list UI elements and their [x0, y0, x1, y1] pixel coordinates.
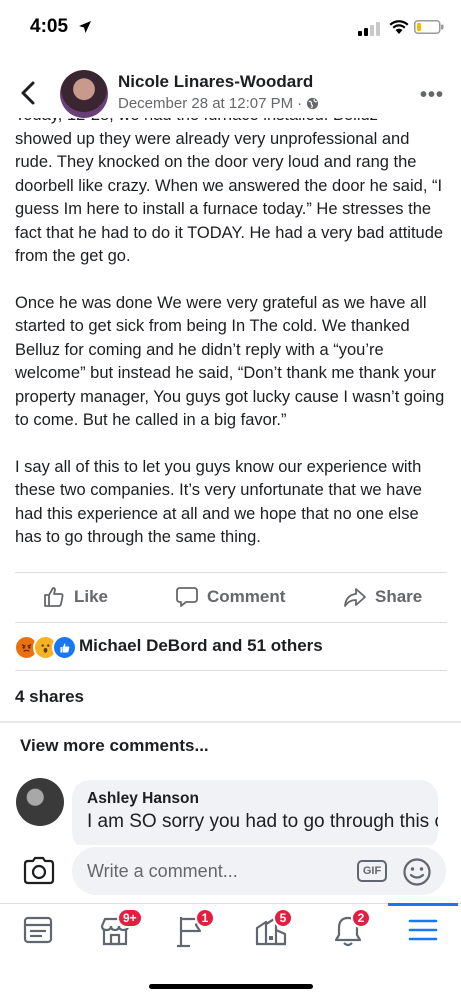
ellipsis-icon[interactable]: •••	[420, 84, 444, 107]
divider	[15, 572, 447, 573]
share-count[interactable]: 4 shares	[15, 687, 84, 707]
gif-button[interactable]: GIF	[357, 860, 387, 882]
comment-input[interactable]	[72, 847, 446, 895]
share-arrow-icon	[344, 588, 366, 607]
divider	[0, 721, 461, 723]
active-tab-indicator	[388, 903, 458, 906]
author-name[interactable]: Nicole Linares-Woodard	[118, 72, 313, 92]
status-time: 4:05	[30, 16, 69, 37]
battery-low-icon	[414, 20, 444, 34]
home-indicator[interactable]	[149, 984, 313, 989]
wifi-icon	[389, 20, 409, 34]
post-body: Today, 12-28, we had the furnace install…	[15, 118, 447, 568]
view-more-comments-link[interactable]: View more comments...	[20, 736, 209, 756]
globe-icon	[307, 97, 319, 110]
pages-badge: 1	[195, 908, 215, 928]
comment-text: I am SO sorry you had to go through this…	[87, 811, 438, 832]
post-meta: December 28 at 12:07 PM ·	[118, 95, 319, 112]
post-paragraph-2: Once he was done We were very grateful a…	[15, 293, 445, 430]
emoji-icon[interactable]	[402, 857, 432, 887]
divider	[15, 670, 447, 671]
comment-label: Comment	[207, 587, 286, 606]
back-arrow-icon[interactable]	[18, 80, 40, 106]
post-paragraph-3: I say all of this to let you guys know o…	[15, 457, 422, 547]
post-paragraph-1: showed up they were already very unprofe…	[15, 129, 444, 266]
commenter-avatar[interactable]	[16, 778, 64, 826]
hamburger-menu-icon	[408, 919, 438, 941]
like-button[interactable]: Like	[42, 585, 108, 609]
comment-button[interactable]: Comment	[175, 585, 285, 609]
meta-separator: ·	[297, 95, 303, 112]
reaction-icons[interactable]	[14, 635, 77, 660]
location-arrow-icon	[79, 21, 91, 33]
news-feed-icon	[23, 916, 53, 944]
post-partial-line: Today, 12-28, we had the furnace install…	[15, 118, 447, 128]
like-reaction-icon	[52, 635, 77, 660]
divider	[15, 622, 447, 623]
comment-bubble-icon	[176, 587, 198, 607]
tab-news-feed[interactable]	[22, 914, 54, 951]
thumbs-up-icon	[44, 587, 64, 607]
reaction-summary[interactable]: Michael DeBord and 51 others	[79, 636, 323, 656]
share-button[interactable]: Share	[343, 585, 422, 609]
commenter-name[interactable]: Ashley Hanson	[87, 790, 199, 808]
like-label: Like	[74, 587, 109, 606]
share-label: Share	[375, 587, 423, 606]
post-timestamp[interactable]: December 28 at 12:07 PM	[118, 95, 293, 112]
camera-icon[interactable]	[22, 856, 56, 886]
marketplace-badge: 9+	[117, 908, 143, 928]
notifications-badge: 2	[351, 908, 371, 928]
comment-bubble[interactable]: Ashley Hanson I am SO sorry you had to g…	[72, 780, 438, 850]
groups-badge: 5	[273, 908, 293, 928]
tab-menu[interactable]	[408, 916, 438, 949]
signal-icon	[358, 22, 380, 36]
author-avatar[interactable]	[60, 70, 108, 118]
